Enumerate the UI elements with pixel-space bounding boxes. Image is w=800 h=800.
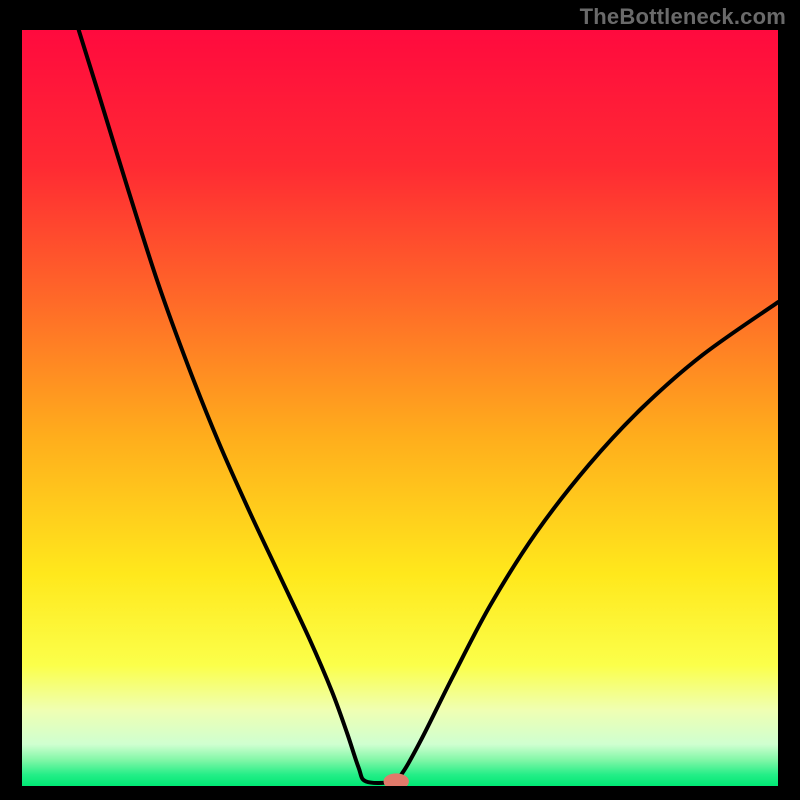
optimal-point-marker [384,774,408,786]
chart-frame: { "watermark": "TheBottleneck.com", "col… [0,0,800,800]
bottleneck-chart [22,30,778,786]
watermark-text: TheBottleneck.com [580,4,786,30]
plot-background [22,30,778,786]
